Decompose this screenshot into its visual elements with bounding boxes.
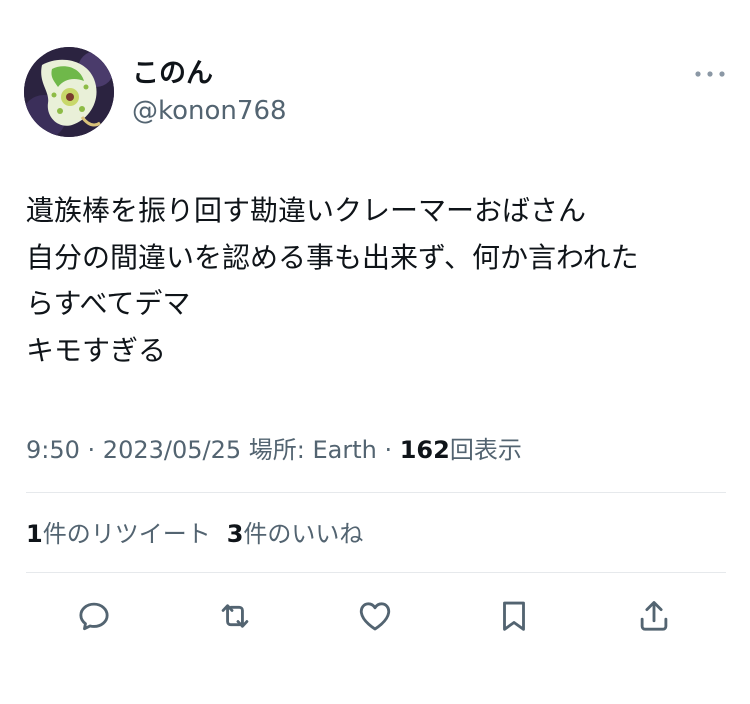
tweet-date[interactable]: 2023/05/25 (103, 436, 241, 464)
retweet-icon (221, 604, 249, 628)
retweets-label: 件のリツイート (42, 520, 211, 548)
meta-separator: · (376, 436, 400, 464)
avatar-image (24, 47, 114, 137)
avatar[interactable] (24, 47, 114, 137)
tweet-location: 場所: Earth (241, 436, 377, 464)
reply-icon (79, 602, 109, 631)
divider (26, 492, 726, 493)
reply-button[interactable] (72, 594, 116, 638)
author-name[interactable]: このん (132, 58, 213, 90)
retweets-count: 1 (26, 520, 43, 548)
views-count: 162 (399, 436, 450, 464)
share-button[interactable] (632, 594, 676, 638)
engagement-stats: 1件のリツイート 3件のいいね (26, 518, 363, 550)
heart-icon (359, 602, 391, 631)
tweet-line: 遺族棒を振り回す勘違いクレーマーおばさん (26, 194, 587, 227)
likes-link[interactable]: 3件のいいね (227, 520, 364, 548)
likes-label: 件のいいね (243, 520, 364, 548)
tweet-line: キモすぎる (26, 333, 167, 367)
more-options-icon[interactable] (692, 64, 728, 84)
tweet-meta: 9:50 · 2023/05/25 場所: Earth · 162回表示 (26, 434, 522, 466)
share-icon (640, 601, 668, 631)
retweet-button[interactable] (213, 594, 257, 638)
retweets-link[interactable]: 1件のリツイート (26, 520, 211, 548)
tweet-time[interactable]: 9:50 (26, 436, 80, 464)
bookmark-icon (503, 601, 525, 631)
like-button[interactable] (353, 594, 397, 638)
likes-count: 3 (226, 520, 244, 548)
tweet-text: 遺族棒を振り回す勘違いクレーマーおばさん 自分の間違いを認める事も出来ず、何か言… (26, 188, 741, 374)
divider (26, 572, 726, 573)
views-label: 回表示 (449, 436, 522, 464)
tweet-line: 自分の間違いを認める事も出来ず、何か言われた (26, 240, 639, 274)
bookmark-button[interactable] (492, 594, 536, 638)
author-handle[interactable]: @konon768 (132, 95, 287, 127)
meta-separator: · (79, 436, 103, 464)
tweet-line: らすべてデマ (26, 287, 191, 320)
